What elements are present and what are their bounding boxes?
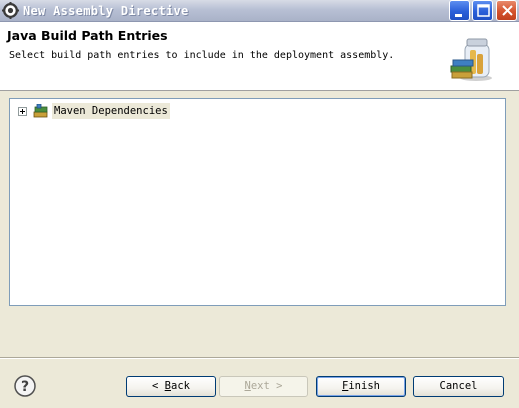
back-button[interactable]: < Back bbox=[126, 376, 216, 397]
help-icon[interactable]: ? bbox=[14, 375, 36, 397]
page-title: Java Build Path Entries bbox=[7, 28, 168, 43]
jar-library-icon bbox=[450, 38, 492, 81]
close-icon bbox=[502, 5, 513, 16]
window-title: New Assembly Directive bbox=[23, 4, 189, 18]
finish-label: inish bbox=[348, 380, 380, 392]
title-bar[interactable]: New Assembly Directive bbox=[0, 0, 519, 22]
close-button[interactable] bbox=[496, 0, 517, 21]
back-arrow: < bbox=[152, 380, 159, 392]
svg-text:?: ? bbox=[21, 379, 29, 395]
finish-button[interactable]: Finish bbox=[316, 376, 406, 397]
library-icon bbox=[33, 104, 48, 118]
build-path-tree[interactable]: Maven Dependencies bbox=[9, 98, 506, 306]
next-label: ext bbox=[250, 380, 270, 392]
tree-item-label: Maven Dependencies bbox=[52, 103, 170, 119]
back-label: ack bbox=[171, 380, 190, 392]
footer-divider-highlight bbox=[0, 358, 519, 359]
maximize-button[interactable] bbox=[472, 0, 493, 21]
page-description: Select build path entries to include in … bbox=[9, 50, 395, 61]
minimize-icon bbox=[455, 14, 462, 17]
wizard-header: Java Build Path Entries Select build pat… bbox=[0, 22, 519, 91]
next-arrow: > bbox=[276, 380, 283, 392]
cancel-button[interactable]: Cancel bbox=[413, 376, 504, 397]
eclipse-gear-icon bbox=[2, 2, 19, 19]
next-button[interactable]: Next > bbox=[219, 376, 308, 397]
minimize-button[interactable] bbox=[449, 0, 470, 21]
expand-icon[interactable] bbox=[18, 107, 27, 116]
maximize-icon bbox=[477, 4, 490, 17]
